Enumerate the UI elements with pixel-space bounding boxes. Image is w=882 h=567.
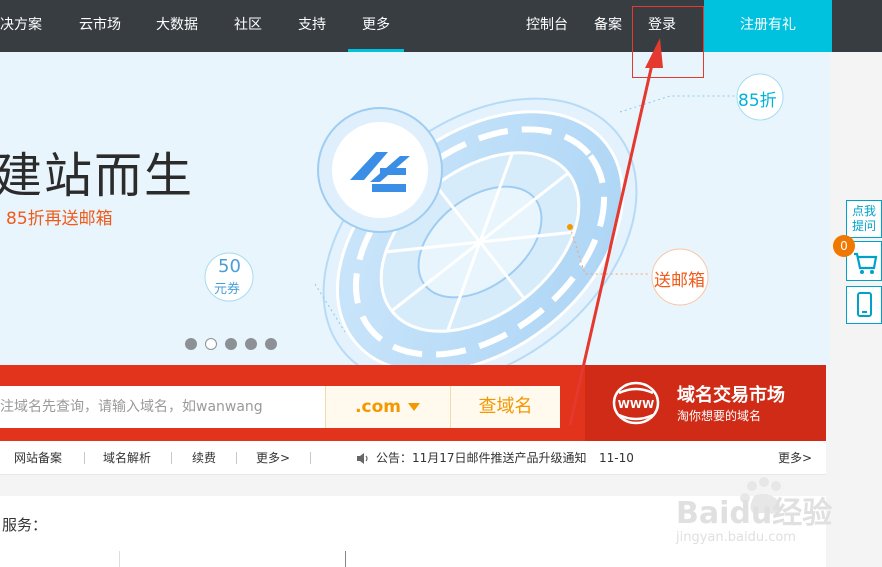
globe-trade-icon: WWW — [612, 381, 660, 425]
domain-suffix-dropdown[interactable]: .com — [325, 386, 450, 428]
email-gift-tag: 送邮箱 — [654, 271, 705, 291]
nav-item-filing[interactable]: 备案 — [594, 0, 622, 52]
promo-banner[interactable]: 建站而生 85折再送邮箱 85折 50 元券 送邮箱 — [0, 52, 830, 365]
domain-market-subtitle: 淘你想要的域名 — [677, 409, 762, 423]
domain-search-input[interactable]: 注域名先查询，请输入域名，如wanwang — [0, 386, 325, 428]
domain-market-banner[interactable]: WWW 域名交易市场 淘你想要的域名 — [585, 365, 826, 441]
register-button[interactable]: 注册有礼 — [704, 0, 832, 52]
link-site-filing[interactable]: 网站备案 — [14, 441, 62, 475]
link-more[interactable]: 更多> — [256, 441, 290, 475]
announcement-link[interactable]: 公告：11月17日邮件推送产品升级通知 — [376, 441, 587, 475]
coupon-unit: 元券 — [214, 282, 241, 297]
services-section: 服务： — [0, 496, 826, 567]
divider — [171, 452, 172, 464]
nav-item-support[interactable]: 支持 — [298, 0, 326, 52]
section-gap — [0, 476, 826, 496]
discount-tag: 85折 — [738, 91, 777, 111]
carousel-dot[interactable] — [185, 338, 197, 350]
services-label: 服务： — [2, 516, 48, 534]
announcement-date: 11-10 — [599, 451, 634, 465]
divider — [310, 452, 311, 464]
ask-question-button[interactable]: 点我 提问 — [846, 200, 882, 238]
carousel-dot[interactable] — [225, 338, 237, 350]
divider — [236, 452, 237, 464]
banner-headline: 建站而生 — [0, 148, 195, 204]
link-dns[interactable]: 域名解析 — [103, 441, 151, 475]
search-domain-button[interactable]: 查域名 — [450, 386, 560, 428]
ask-line-1: 点我 — [851, 204, 876, 218]
mobile-button[interactable] — [846, 286, 882, 324]
nav-item-big-data[interactable]: 大数据 — [156, 0, 198, 52]
nav-item-console[interactable]: 控制台 — [526, 0, 568, 52]
cart-count-badge: 0 — [833, 235, 855, 257]
nav-item-community[interactable]: 社区 — [234, 0, 262, 52]
nav-item-solutions[interactable]: 决方案 — [0, 0, 42, 52]
divider — [84, 452, 85, 464]
speaker-icon — [357, 453, 368, 464]
cloud-disc-illustration — [204, 73, 784, 365]
divider — [345, 551, 346, 567]
domain-market-title: 域名交易市场 — [677, 385, 785, 406]
nav-right-edge — [832, 0, 882, 52]
domain-search-bar: 注域名先查询，请输入域名，如wanwang .com 查域名 WWW 域名交易市… — [0, 365, 826, 441]
carousel-indicators — [185, 335, 285, 354]
carousel-dot[interactable] — [265, 338, 277, 350]
globe-trade-icon-text: WWW — [618, 398, 654, 411]
banner-subline: 85折再送邮箱 — [6, 209, 113, 229]
nav-item-cloud-market[interactable]: 云市场 — [79, 0, 121, 52]
login-highlight-box — [632, 6, 704, 78]
carousel-dot-active[interactable] — [205, 338, 217, 350]
mobile-phone-icon — [857, 292, 872, 317]
caret-down-icon — [407, 403, 420, 411]
link-renew[interactable]: 续费 — [192, 441, 216, 475]
carousel-dot[interactable] — [245, 338, 257, 350]
ask-line-2: 提问 — [851, 219, 876, 233]
nav-item-more[interactable]: 更多 — [348, 0, 404, 52]
top-navigation-bar: 决方案 云市场 大数据 社区 支持 更多 控制台 备案 登录 注册有礼 — [0, 0, 882, 52]
announcement-more-link[interactable]: 更多> — [778, 441, 812, 475]
quick-links-bar: 网站备案 域名解析 续费 更多> 公告：11月17日邮件推送产品升级通知 11-… — [0, 441, 826, 475]
domain-suffix-value: .com — [355, 397, 401, 417]
divider — [119, 551, 120, 567]
coupon-value: 50 — [218, 256, 241, 277]
